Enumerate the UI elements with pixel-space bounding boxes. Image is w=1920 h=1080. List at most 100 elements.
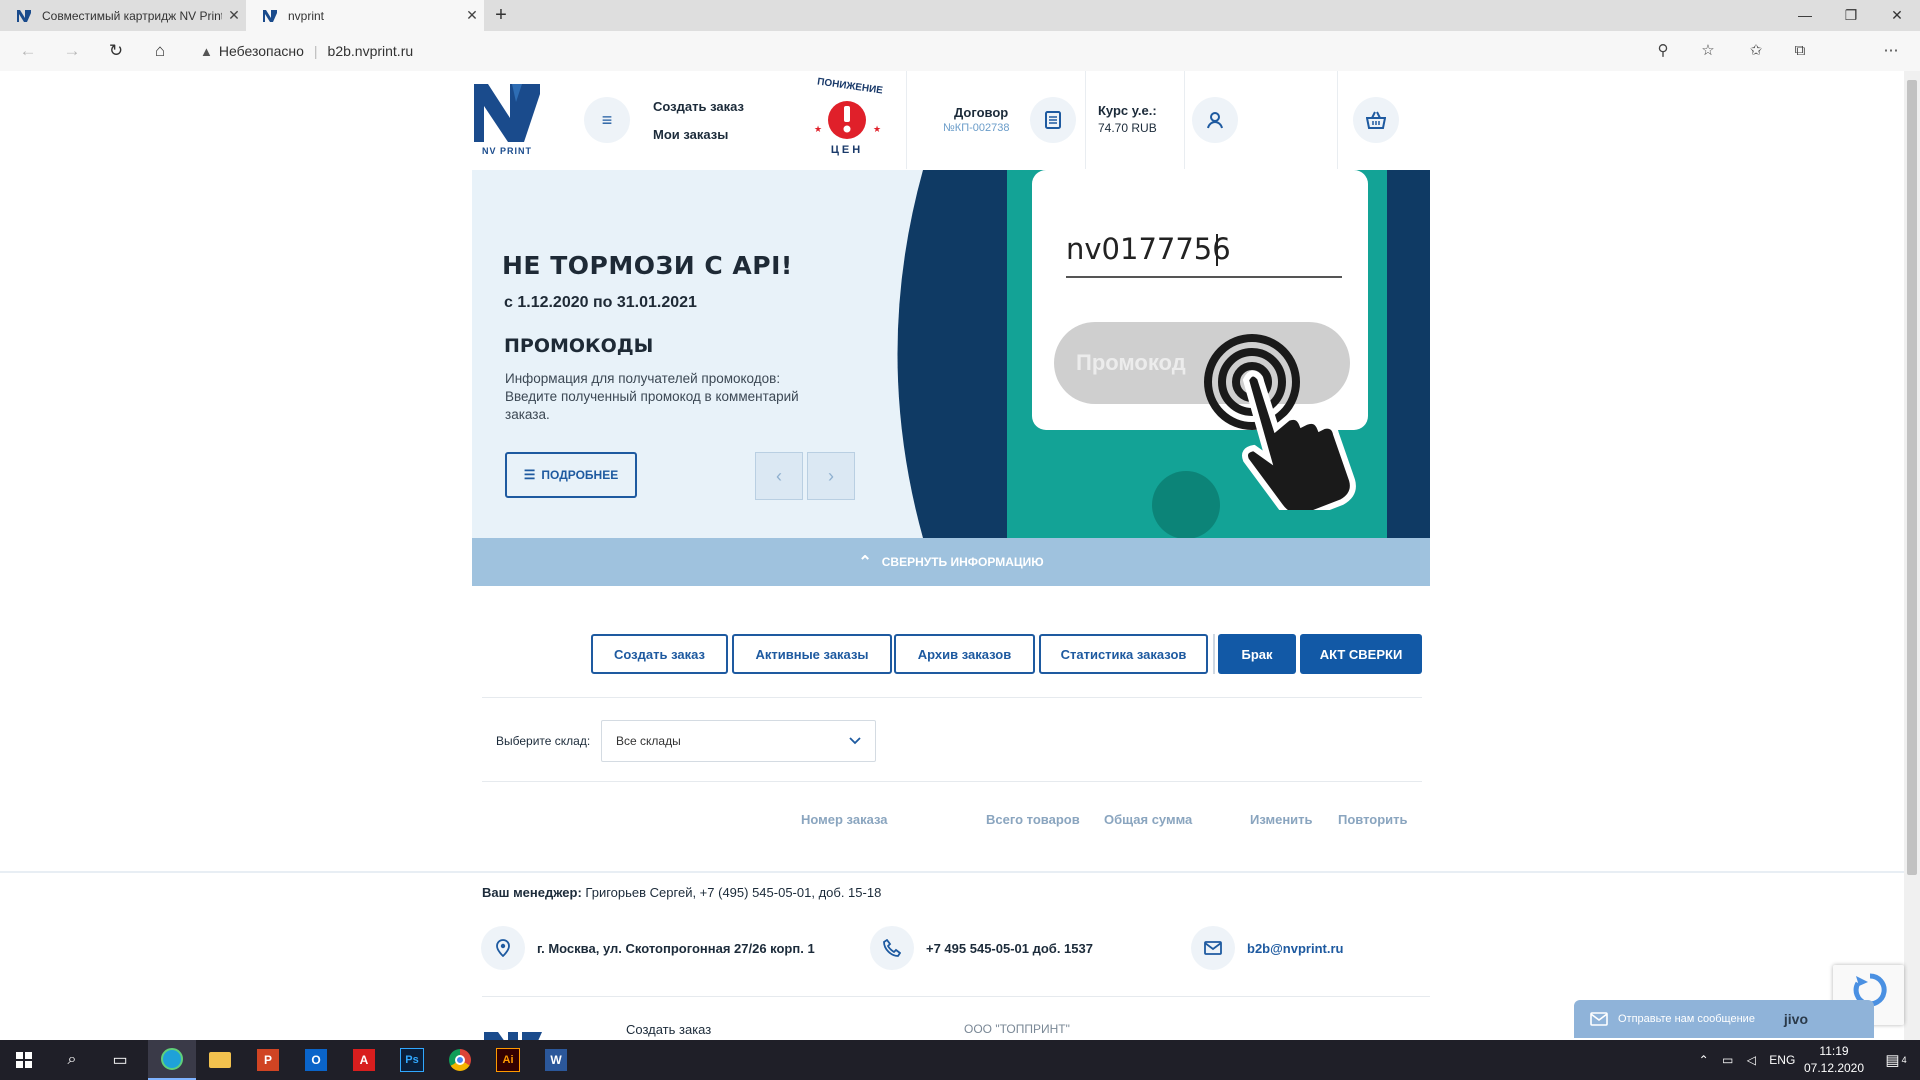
collections-icon[interactable]: ⧉: [1789, 40, 1811, 62]
svg-text:★: ★: [814, 124, 822, 134]
hand-pointer-icon: [1204, 334, 1356, 510]
start-button[interactable]: [0, 1040, 48, 1080]
favorite-star-icon[interactable]: ☆: [1697, 40, 1719, 62]
clock[interactable]: 11:19 07.12.2020: [1802, 1043, 1866, 1077]
header-link-create-order[interactable]: Создать заказ: [653, 99, 744, 114]
minimize-icon[interactable]: —: [1782, 0, 1828, 31]
chrome-taskbar-icon[interactable]: [436, 1040, 484, 1080]
acrobat-taskbar-icon[interactable]: A: [340, 1040, 388, 1080]
cart-button[interactable]: [1353, 97, 1399, 143]
banner-dates: с 1.12.2020 по 31.01.2021: [504, 294, 697, 311]
banner-prev-button[interactable]: ‹: [755, 452, 803, 500]
edge-taskbar-icon[interactable]: [148, 1040, 196, 1080]
nvprint-favicon-icon: [16, 8, 32, 24]
chevron-up-icon: ⌃: [858, 554, 872, 571]
nvprint-logo[interactable]: NV PRINT: [472, 82, 542, 158]
notification-count: 4: [1901, 1055, 1907, 1065]
header-divider: [1085, 71, 1086, 169]
tab-title: nvprint: [288, 8, 325, 23]
close-tab-icon[interactable]: ✕: [222, 7, 246, 24]
manager-info: Ваш менеджер: Григорьев Сергей, +7 (495)…: [482, 885, 881, 900]
photoshop-taskbar-icon[interactable]: Ps: [388, 1040, 436, 1080]
tab-active-orders[interactable]: Активные заказы: [732, 634, 892, 674]
action-center-icon: ▤: [1885, 1052, 1900, 1069]
browser-tab-active[interactable]: nvprint ✕: [246, 0, 484, 31]
scrollbar-thumb[interactable]: [1907, 80, 1917, 875]
notifications-icon[interactable]: ▤ 4: [1872, 1040, 1920, 1080]
file-explorer-taskbar-icon[interactable]: [196, 1040, 244, 1080]
tab-create-order[interactable]: Создать заказ: [591, 634, 728, 674]
contract-document-button[interactable]: [1030, 97, 1076, 143]
input-language[interactable]: ENG: [1769, 1053, 1795, 1067]
banner-next-button[interactable]: ›: [807, 452, 855, 500]
warning-icon: ▲: [200, 43, 213, 59]
header-divider: [906, 71, 907, 169]
jivo-chat-widget[interactable]: Отправьте нам сообщение jivo: [1574, 1000, 1874, 1038]
footer-divider: [0, 871, 1904, 873]
collapse-info-label: СВЕРНУТЬ ИНФОРМАЦИЮ: [881, 555, 1044, 569]
column-header-repeat: Повторить: [1338, 812, 1408, 827]
volume-icon[interactable]: ◁: [1747, 1053, 1756, 1067]
nvprint-favicon-icon: [262, 8, 278, 24]
header-divider: [1337, 71, 1338, 169]
more-menu-icon[interactable]: ⋯: [1880, 40, 1902, 62]
profile-button[interactable]: [1192, 97, 1238, 143]
tab-orders-archive[interactable]: Архив заказов: [894, 634, 1035, 674]
translate-icon[interactable]: ⚲: [1652, 40, 1674, 62]
manager-label: Ваш менеджер:: [482, 885, 582, 900]
favorites-list-icon[interactable]: ✩: [1745, 40, 1767, 62]
task-view-icon[interactable]: ▭: [96, 1040, 144, 1080]
illustrator-taskbar-icon[interactable]: Ai: [484, 1040, 532, 1080]
powerpoint-taskbar-icon[interactable]: P: [244, 1040, 292, 1080]
warehouse-select[interactable]: Все склады: [601, 720, 876, 762]
column-header-total-items[interactable]: Всего товаров: [986, 812, 1080, 827]
promo-banner: НЕ ТОРМОЗИ С API! с 1.12.2020 по 31.01.2…: [472, 170, 1430, 538]
back-icon[interactable]: ←: [16, 40, 40, 62]
rate-title: Курс у.е.:: [1098, 103, 1157, 118]
column-header-order-number[interactable]: Номер заказа: [801, 812, 888, 827]
footer-phone[interactable]: +7 495 545-05-01 доб. 1537: [926, 941, 1093, 956]
home-icon[interactable]: ⌂: [148, 40, 172, 62]
chevron-left-icon: ‹: [776, 465, 782, 486]
rate-value: 74.70 RUB: [1098, 121, 1157, 135]
contract-title: Договор: [954, 105, 1009, 120]
new-tab-icon[interactable]: +: [490, 4, 512, 26]
basket-icon: [1366, 111, 1386, 129]
logo-text: NV PRINT: [482, 146, 533, 156]
footer-link-create-order[interactable]: Создать заказ: [626, 1022, 711, 1037]
column-header-total-sum[interactable]: Общая сумма: [1104, 812, 1192, 827]
reconciliation-act-button[interactable]: АКТ СВЕРКИ: [1300, 634, 1422, 674]
header-divider: [1184, 71, 1185, 169]
tab-title: Совместимый картридж NV Print: [42, 8, 222, 23]
chevron-up-icon[interactable]: ⌃: [1699, 1053, 1709, 1067]
reload-icon[interactable]: ↻: [104, 40, 128, 62]
maximize-icon[interactable]: ❐: [1828, 0, 1874, 31]
tab-orders-statistics[interactable]: Статистика заказов: [1039, 634, 1208, 674]
footer-logo[interactable]: [482, 1030, 552, 1040]
price-drop-badge[interactable]: ★ ★ ПОНИЖЕНИЕ ЦЕН: [805, 76, 889, 162]
close-tab-icon[interactable]: ✕: [460, 7, 484, 24]
footer-email[interactable]: b2b@nvprint.ru: [1247, 941, 1343, 956]
contract-number[interactable]: №КП-002738: [943, 122, 1009, 134]
divider: [482, 781, 1422, 782]
more-details-button[interactable]: ☰ ПОДРОБНЕЕ: [505, 452, 637, 498]
outlook-taskbar-icon[interactable]: O: [292, 1040, 340, 1080]
forward-icon[interactable]: →: [60, 40, 84, 62]
network-icon[interactable]: ▭: [1722, 1053, 1733, 1067]
divider: [482, 697, 1422, 698]
chevron-down-icon: [849, 737, 861, 745]
url-field[interactable]: ▲ Небезопасно | b2b.nvprint.ru: [200, 39, 413, 63]
phone-button: [870, 926, 914, 970]
collapse-info-bar[interactable]: ⌃ СВЕРНУТЬ ИНФОРМАЦИЮ: [472, 538, 1430, 586]
mail-icon: [1204, 941, 1222, 955]
browser-tab-inactive[interactable]: Совместимый картридж NV Print ✕: [0, 0, 246, 31]
location-pin-icon: [496, 939, 510, 957]
search-icon[interactable]: ⌕: [48, 1040, 96, 1080]
menu-button[interactable]: ≡: [584, 97, 630, 143]
header-link-my-orders[interactable]: Мои заказы: [653, 127, 728, 142]
list-icon: ☰: [523, 467, 536, 482]
word-taskbar-icon[interactable]: W: [532, 1040, 580, 1080]
url-text: b2b.nvprint.ru: [327, 43, 414, 59]
close-window-icon[interactable]: ✕: [1874, 0, 1920, 31]
defect-button[interactable]: Брак: [1218, 634, 1296, 674]
